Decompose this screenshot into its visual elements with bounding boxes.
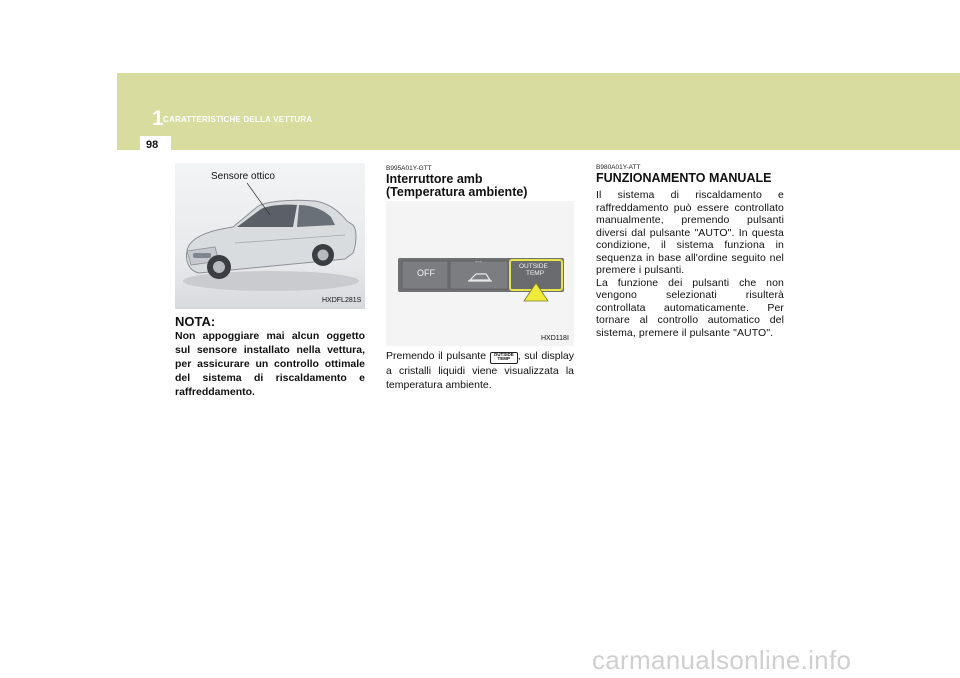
manual-paragraph-2: La funzione dei pulsanti che non vengono… xyxy=(596,276,784,339)
header-band xyxy=(117,73,960,150)
off-button-label: OFF xyxy=(417,268,435,278)
car-illustration xyxy=(183,182,359,291)
manual-text: Il sistema di riscaldamento e raffreddam… xyxy=(596,189,784,339)
section-heading-amb-1: Interruttore amb xyxy=(386,172,483,186)
note-text: Non appoggiare mai alcun oggetto sul sen… xyxy=(175,330,365,398)
sensor-label: Sensore ottico xyxy=(211,171,275,182)
chapter-title: CARATTERISTICHE DELLA VETTURA xyxy=(163,115,313,124)
panel-code: HXD118I xyxy=(541,335,569,342)
control-panel xyxy=(398,258,564,302)
inline-button-line2: TEMP xyxy=(497,356,510,361)
control-panel-image: OFF --- OUTSIDE TEMP xyxy=(386,201,574,346)
chapter-number: 1 xyxy=(152,107,164,130)
note-title: NOTA: xyxy=(175,314,216,329)
body-text-before: Premendo il pulsante xyxy=(386,350,487,362)
outside-temp-label-1: OUTSIDE xyxy=(519,263,548,270)
manual-paragraph-1: Il sistema di riscaldamento e raffreddam… xyxy=(596,189,784,276)
car-photo xyxy=(175,163,365,309)
inline-outside-temp-button: OUTSIDE TEMP xyxy=(489,351,518,364)
dash-label: --- xyxy=(475,259,482,266)
section-heading-manual: FUNZIONAMENTO MANUALE xyxy=(596,171,772,185)
watermark: carmanualsonline.info xyxy=(592,645,852,675)
page-number: 98 xyxy=(146,139,159,151)
outside-temp-label-2: TEMP xyxy=(526,270,545,277)
section-heading-amb-2: (Temperatura ambiente) xyxy=(386,185,528,199)
section-code-manual: B980A01Y-ATT xyxy=(596,164,641,171)
section-code-amb: B995A01Y-GTT xyxy=(386,165,432,172)
ambient-temp-text: Premendo il pulsante OUTSIDE TEMP, sul di… xyxy=(386,349,574,392)
photo-code: HXDFL281S xyxy=(322,297,362,304)
